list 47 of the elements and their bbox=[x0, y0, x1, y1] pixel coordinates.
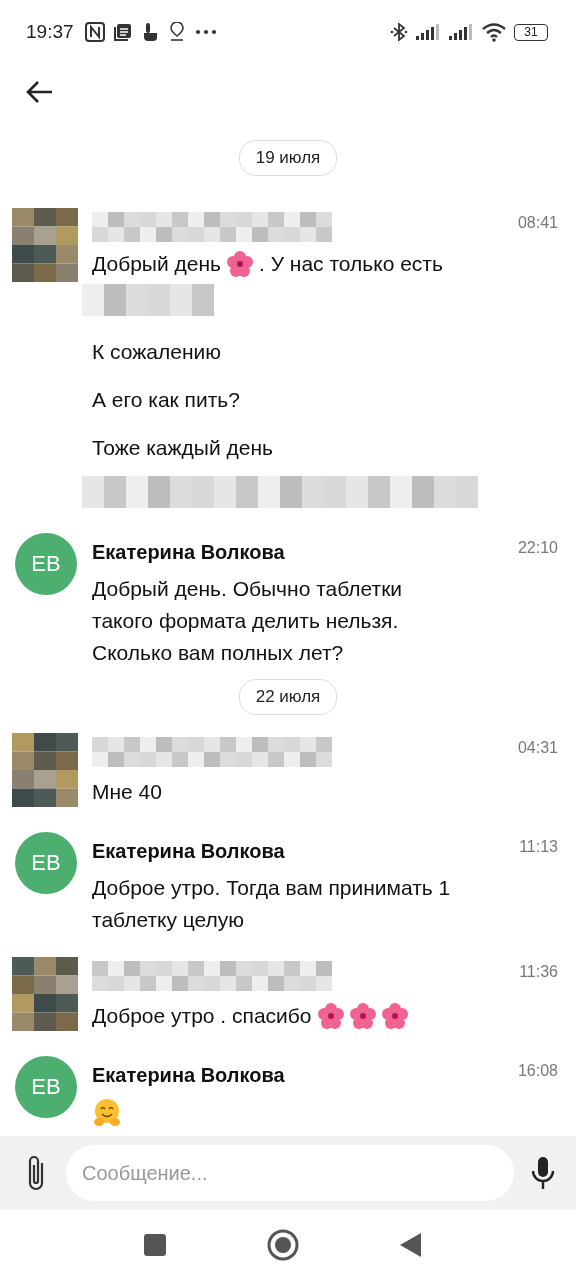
message-text: Тоже каждый день bbox=[92, 435, 273, 461]
message-input[interactable]: Сообщение... bbox=[66, 1145, 514, 1201]
home-button[interactable] bbox=[267, 1229, 299, 1261]
hugging-face-icon bbox=[92, 1097, 122, 1127]
message-time: 11:36 bbox=[519, 962, 558, 982]
triangle-icon bbox=[399, 1232, 423, 1258]
date-label: 19 июля bbox=[238, 140, 338, 176]
message-time: 16:08 bbox=[517, 1061, 558, 1081]
message-text: Добрый день. Обычно таблетки такого формата делить нельзя. Сколько вам полных лет? bbox=[92, 576, 404, 666]
more-dots-icon bbox=[194, 29, 217, 35]
notes-icon bbox=[113, 23, 132, 41]
avatar[interactable]: ЕВ bbox=[15, 1056, 77, 1118]
flower-icon bbox=[349, 1003, 376, 1029]
sender-name: Екатерина Волкова bbox=[92, 839, 286, 864]
clock-time: 19:37 bbox=[26, 21, 74, 43]
recents-button[interactable] bbox=[143, 1233, 167, 1257]
flower-icon bbox=[317, 1003, 344, 1029]
message-time: 11:13 bbox=[519, 837, 558, 857]
message-text: Доброе утро. Тогда вам принимать 1 таблетку целую bbox=[92, 875, 452, 933]
battery-level: 31 bbox=[524, 25, 538, 39]
back-arrow-icon bbox=[26, 80, 54, 104]
message-text: Доброе утро . спасибо bbox=[92, 1003, 312, 1029]
nfc-icon bbox=[84, 22, 105, 42]
home-circle-icon bbox=[267, 1229, 299, 1261]
message-text: К сожалению bbox=[92, 339, 221, 365]
location-icon bbox=[167, 22, 186, 42]
message-text: Добрый день bbox=[92, 251, 221, 277]
message-text: Мне 40 bbox=[92, 779, 162, 805]
flower-icon bbox=[227, 251, 253, 277]
message-time: 08:41 bbox=[517, 213, 558, 233]
signal-icon bbox=[448, 23, 474, 41]
back-button[interactable] bbox=[26, 80, 54, 104]
wifi-icon bbox=[481, 22, 507, 42]
square-icon bbox=[143, 1233, 167, 1257]
bluetooth-icon bbox=[390, 22, 408, 42]
message-time: 22:10 bbox=[517, 538, 558, 558]
avatar[interactable]: ЕВ bbox=[15, 832, 77, 894]
back-nav-button[interactable] bbox=[399, 1232, 423, 1258]
flower-icon bbox=[381, 1003, 408, 1029]
message-text: . У нас только есть bbox=[259, 251, 443, 277]
sender-name: Екатерина Волкова bbox=[92, 540, 286, 565]
message-time: 04:31 bbox=[517, 738, 558, 758]
date-label: 22 июля bbox=[238, 679, 338, 715]
message-text: А его как пить? bbox=[92, 387, 240, 413]
signal-icon bbox=[415, 23, 441, 41]
avatar[interactable]: ЕВ bbox=[15, 533, 77, 595]
sender-name: Екатерина Волкова bbox=[92, 1063, 286, 1088]
